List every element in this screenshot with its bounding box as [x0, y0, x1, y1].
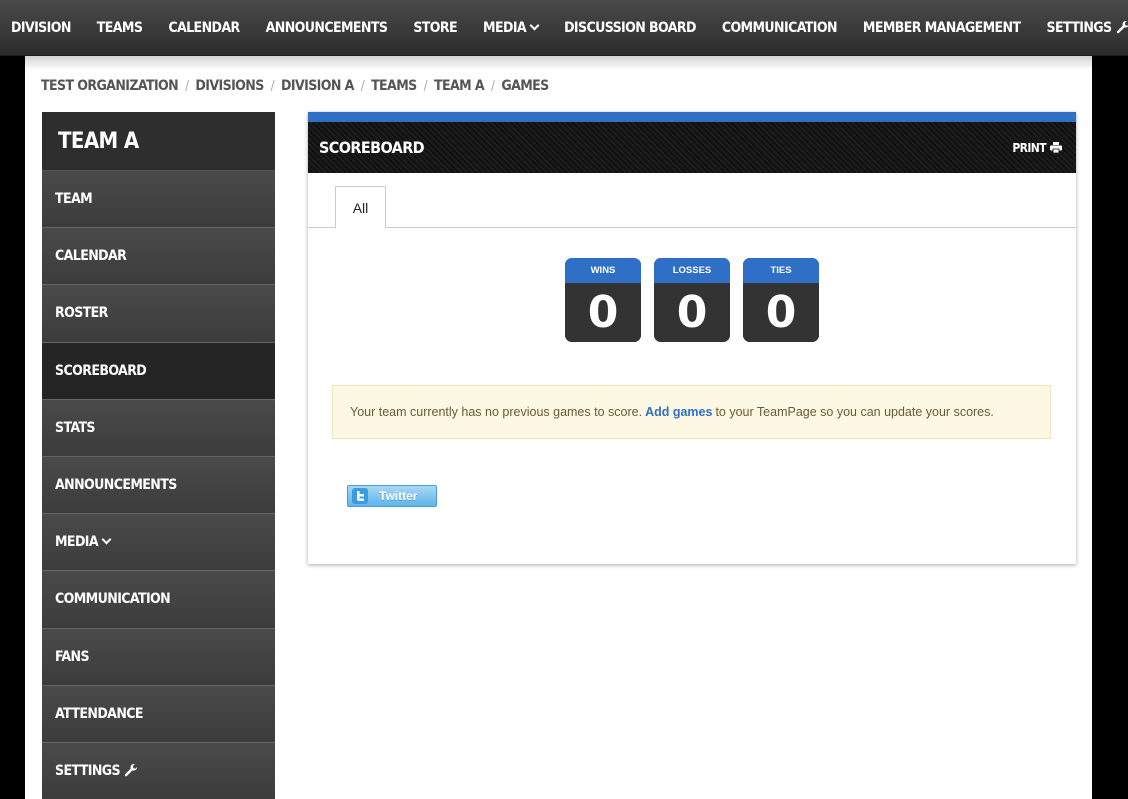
panel-accent-bar — [308, 112, 1076, 122]
sidebar-item-roster[interactable]: ROSTER — [42, 285, 275, 343]
nav-discussion-board[interactable]: DISCUSSION BOARD — [551, 0, 709, 56]
breadcrumb-separator: / — [423, 78, 428, 94]
sidebar-item-media[interactable]: MEDIA — [42, 514, 275, 572]
add-games-link[interactable]: Add games — [645, 405, 712, 419]
breadcrumb-teams[interactable]: TEAMS — [371, 78, 417, 94]
tab-bar: All — [308, 173, 1076, 229]
nav-communication[interactable]: COMMUNICATION — [709, 0, 850, 56]
chevron-down-icon — [101, 534, 112, 545]
top-navigation: DIVISION TEAMS CALENDAR ANNOUNCEMENTS ST… — [0, 0, 1128, 56]
ties-label: TIES — [743, 258, 819, 283]
sidebar-item-fans[interactable]: FANS — [42, 628, 275, 686]
sidebar-item-settings[interactable]: SETTINGS — [42, 742, 275, 799]
sidebar-title: TEAM A — [42, 112, 275, 171]
breadcrumb-games: GAMES — [501, 78, 549, 94]
breadcrumb-divisions[interactable]: DIVISIONS — [195, 78, 264, 94]
breadcrumb-separator: / — [360, 78, 365, 94]
breadcrumb-organization[interactable]: TEST ORGANIZATION — [41, 78, 179, 94]
twitter-icon — [352, 488, 368, 504]
nav-store[interactable]: STORE — [400, 0, 470, 56]
print-button[interactable]: PRINT — [1012, 141, 1062, 155]
losses-card: LOSSES 0 — [654, 258, 730, 342]
ties-card: TIES 0 — [743, 258, 819, 342]
breadcrumb: TEST ORGANIZATION / DIVISIONS / DIVISION A… — [41, 76, 549, 96]
sidebar-item-media-label: MEDIA — [55, 534, 99, 551]
twitter-button[interactable]: Twitter — [347, 485, 437, 507]
nav-division[interactable]: DIVISION — [0, 0, 84, 56]
print-label: PRINT — [1012, 140, 1046, 155]
panel-title: SCOREBOARD — [319, 138, 425, 157]
losses-label: LOSSES — [654, 258, 730, 283]
sidebar-item-attendance[interactable]: ATTENDANCE — [42, 685, 275, 743]
score-cards: WINS 0 LOSSES 0 TIES 0 — [565, 258, 819, 342]
wrench-icon — [124, 763, 138, 778]
breadcrumb-separator: / — [270, 78, 275, 94]
sidebar-item-announcements[interactable]: ANNOUNCEMENTS — [42, 456, 275, 515]
sidebar-item-communication[interactable]: COMMUNICATION — [42, 571, 275, 629]
breadcrumb-separator: / — [185, 78, 189, 94]
wrench-icon — [1116, 20, 1128, 35]
losses-value: 0 — [654, 283, 730, 342]
sidebar-item-scoreboard[interactable]: SCOREBOARD — [42, 342, 275, 400]
nav-media-label: MEDIA — [483, 19, 527, 36]
nav-announcements[interactable]: ANNOUNCEMENTS — [253, 0, 401, 56]
no-games-notice: Your team currently has no previous game… — [332, 385, 1051, 439]
nav-media[interactable]: MEDIA — [470, 0, 551, 56]
chevron-down-icon — [529, 20, 540, 30]
wins-card: WINS 0 — [565, 258, 641, 342]
breadcrumb-team[interactable]: TEAM A — [434, 78, 485, 94]
wins-label: WINS — [565, 258, 641, 283]
panel-header: SCOREBOARD PRINT — [308, 122, 1076, 173]
nav-member-management[interactable]: MEMBER MANAGEMENT — [850, 0, 1034, 56]
ties-value: 0 — [743, 283, 819, 342]
sidebar-item-calendar[interactable]: CALENDAR — [42, 228, 275, 286]
twitter-label: Twitter — [379, 489, 418, 503]
breadcrumb-separator: / — [490, 78, 495, 94]
nav-calendar[interactable]: CALENDAR — [155, 0, 252, 56]
sidebar-item-stats[interactable]: STATS — [42, 399, 275, 457]
notice-text-after: to your TeamPage so you can update your … — [715, 405, 994, 419]
scoreboard-panel: SCOREBOARD PRINT All WINS 0 LOSSES 0 TIE… — [308, 112, 1076, 564]
nav-teams[interactable]: TEAMS — [84, 0, 156, 56]
tab-all[interactable]: All — [335, 186, 386, 229]
sidebar-item-settings-label: SETTINGS — [55, 762, 121, 779]
sidebar-item-team[interactable]: TEAM — [42, 171, 275, 229]
notice-text-before: Your team currently has no previous game… — [350, 405, 643, 419]
breadcrumb-division[interactable]: DIVISION A — [281, 78, 354, 94]
nav-settings-label: SETTINGS — [1046, 19, 1112, 36]
printer-icon — [1050, 142, 1062, 153]
sidebar: TEAM A TEAM CALENDAR ROSTER SCOREBOARD S… — [42, 112, 275, 799]
nav-settings[interactable]: SETTINGS — [1033, 0, 1128, 56]
wins-value: 0 — [565, 283, 641, 342]
